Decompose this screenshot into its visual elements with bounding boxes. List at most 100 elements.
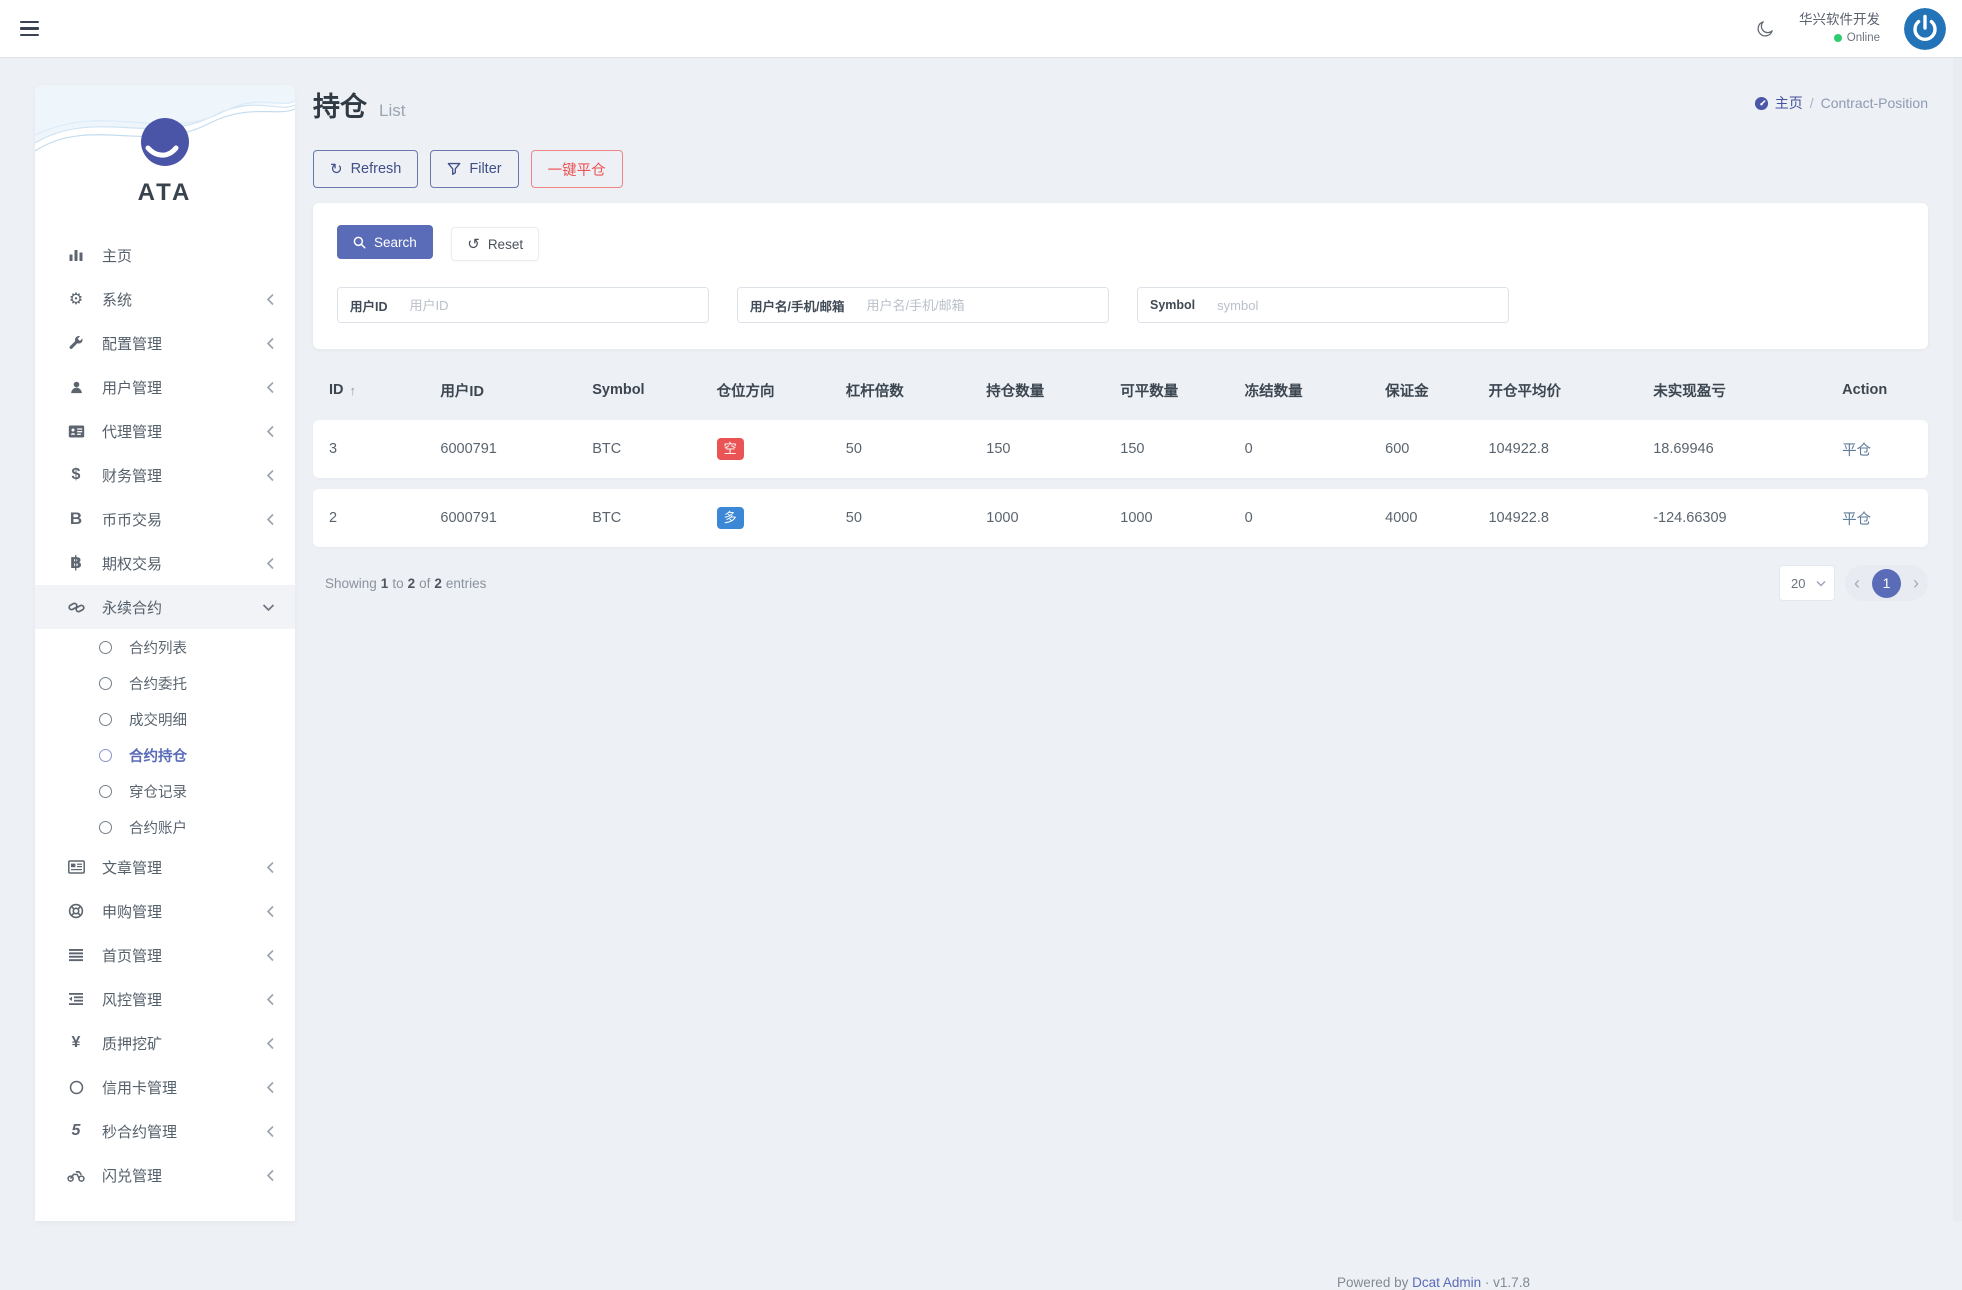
sidebar-subitem-contract-positions[interactable]: 合约持仓 [35,737,295,773]
cell-closable: 1000 [1104,510,1228,526]
chevron-left-icon [266,993,275,1006]
brand-logo-icon [140,117,190,167]
close-position-link[interactable]: 平仓 [1842,439,1871,460]
sidebar-item-credit-cards[interactable]: 信用卡管理 [35,1065,295,1109]
reset-button[interactable]: ↺ Reset [451,227,539,261]
table-row: 2 6000791 BTC 多 50 1000 1000 0 4000 1049… [313,489,1928,547]
sidebar-subitem-trade-details[interactable]: 成交明细 [35,701,295,737]
sidebar-item-staking-mining[interactable]: ¥ 质押挖矿 [35,1021,295,1065]
page-root: 华兴软件开发 Online [0,0,1962,1221]
sidebar-subitem-label: 合约委托 [129,673,187,694]
username-phone-email-input[interactable] [856,288,1108,322]
sidebar-item-finance[interactable]: $ 财务管理 [35,453,295,497]
chevron-left-icon [266,425,275,438]
online-status-dot [1834,34,1842,42]
navbar-right: 华兴软件开发 Online [1755,8,1962,50]
sidebar-item-articles[interactable]: 文章管理 [35,845,295,889]
circle-icon [99,749,112,762]
user-id-input[interactable] [400,288,708,322]
refresh-button[interactable]: ↻ Refresh [313,150,418,188]
dcat-admin-link[interactable]: Dcat Admin [1412,1275,1481,1290]
sidebar-item-spot-trading[interactable]: B 币币交易 [35,497,295,541]
cell-frozen: 0 [1229,441,1370,457]
sidebar-item-risk-control[interactable]: 风控管理 [35,977,295,1021]
sidebar-item-system[interactable]: ⚙ 系统 [35,277,295,321]
filter-field-username: 用户名/手机/邮箱 [737,287,1109,323]
search-button[interactable]: Search [337,225,433,259]
circle-icon [99,677,112,690]
sidebar-item-label: 风控管理 [102,989,266,1010]
sidebar-item-label: 秒合约管理 [102,1121,266,1142]
sidebar-item-label: 币币交易 [102,509,266,530]
chevron-left-icon [266,557,275,570]
chevron-left-icon [266,337,275,350]
page-subtitle: List [379,101,405,121]
cell-user-id: 6000791 [424,510,576,526]
circle-icon [99,785,112,798]
sidebar-item-subscriptions[interactable]: 申购管理 [35,889,295,933]
cell-avg-price: 104922.8 [1472,441,1637,457]
symbol-input[interactable] [1207,288,1508,322]
cell-unrealized-pnl: -124.66309 [1637,510,1826,526]
column-header: 杠杆倍数 [830,380,971,401]
sidebar-item-second-contracts[interactable]: 5 秒合约管理 [35,1109,295,1153]
chain-icon [65,600,87,615]
column-header: ID [329,382,344,398]
main-content: 持仓 List 主页 / Contract-Position ↻ Refresh [313,85,1928,601]
motorcycle-icon [65,1168,87,1182]
cell-margin: 600 [1369,441,1472,457]
next-page-button[interactable]: › [1913,574,1919,592]
sidebar-subitem-contract-accounts[interactable]: 合约账户 [35,809,295,845]
sidebar-item-label: 信用卡管理 [102,1077,266,1098]
chevron-left-icon [266,293,275,306]
sidebar-item-users[interactable]: 用户管理 [35,365,295,409]
sidebar-item-agents[interactable]: 代理管理 [35,409,295,453]
prev-page-button[interactable]: ‹ [1854,574,1860,592]
direction-badge-short: 空 [717,438,744,460]
filter-panel: Search ↺ Reset 用户ID 用户名/手机/邮箱 Symbol [313,203,1928,349]
sidebar-item-flash-exchange[interactable]: 闪兑管理 [35,1153,295,1197]
chart-bar-icon [65,247,87,263]
per-page-select[interactable]: 20 [1779,565,1835,601]
menu-toggle-button[interactable] [20,19,46,39]
column-header: 未实现盈亏 [1637,380,1826,401]
close-all-positions-button[interactable]: 一键平仓 [531,150,623,188]
sidebar-item-homepage[interactable]: 首页管理 [35,933,295,977]
chevron-left-icon [266,469,275,482]
table-header-row: ID ↑ 用户ID Symbol 仓位方向 杠杆倍数 持仓数量 可平数量 冻结数… [313,371,1928,409]
cell-symbol: BTC [576,441,700,457]
sidebar-item-perpetual-contracts[interactable]: 永续合约 [35,585,295,629]
sidebar-item-label: 文章管理 [102,857,266,878]
sidebar-subitem-label: 合约账户 [129,817,187,838]
circle-icon [65,1080,87,1095]
sidebar-item-options-trading[interactable]: ฿ 期权交易 [35,541,295,585]
sort-asc-icon[interactable]: ↑ [350,383,357,398]
sidebar-item-home[interactable]: 主页 [35,233,295,277]
close-position-link[interactable]: 平仓 [1842,508,1871,529]
sidebar-subitem-contract-orders[interactable]: 合约委托 [35,665,295,701]
user-menu[interactable]: 华兴软件开发 Online [1799,12,1880,45]
cell-position: 1000 [970,510,1104,526]
brand[interactable]: ATA [35,117,295,207]
dark-mode-toggle[interactable] [1755,19,1775,39]
chevron-left-icon [266,1037,275,1050]
sidebar-item-config[interactable]: 配置管理 [35,321,295,365]
sidebar-subitem-contract-list[interactable]: 合约列表 [35,629,295,665]
avatar[interactable] [1904,8,1946,50]
cell-leverage: 50 [830,441,971,457]
breadcrumb-home-link[interactable]: 主页 [1754,93,1803,113]
chevron-left-icon [266,1169,275,1182]
sidebar-subitem-liquidation-records[interactable]: 穿仓记录 [35,773,295,809]
scrollbar[interactable] [1953,0,1962,1221]
sidebar-nav: 主页 ⚙ 系统 配置管理 [35,233,295,1197]
chevron-left-icon [266,1081,275,1094]
chevron-left-icon [266,381,275,394]
id-card-icon [65,424,87,439]
circle-icon [99,821,112,834]
sidebar-item-label: 用户管理 [102,377,266,398]
pagination-summary: Showing 1 to 2 of 2 entries [325,576,486,591]
filter-button[interactable]: Filter [430,150,518,188]
yen-icon: ¥ [65,1034,87,1052]
letter-b-icon: B [65,509,87,529]
current-page-button[interactable]: 1 [1872,569,1901,598]
